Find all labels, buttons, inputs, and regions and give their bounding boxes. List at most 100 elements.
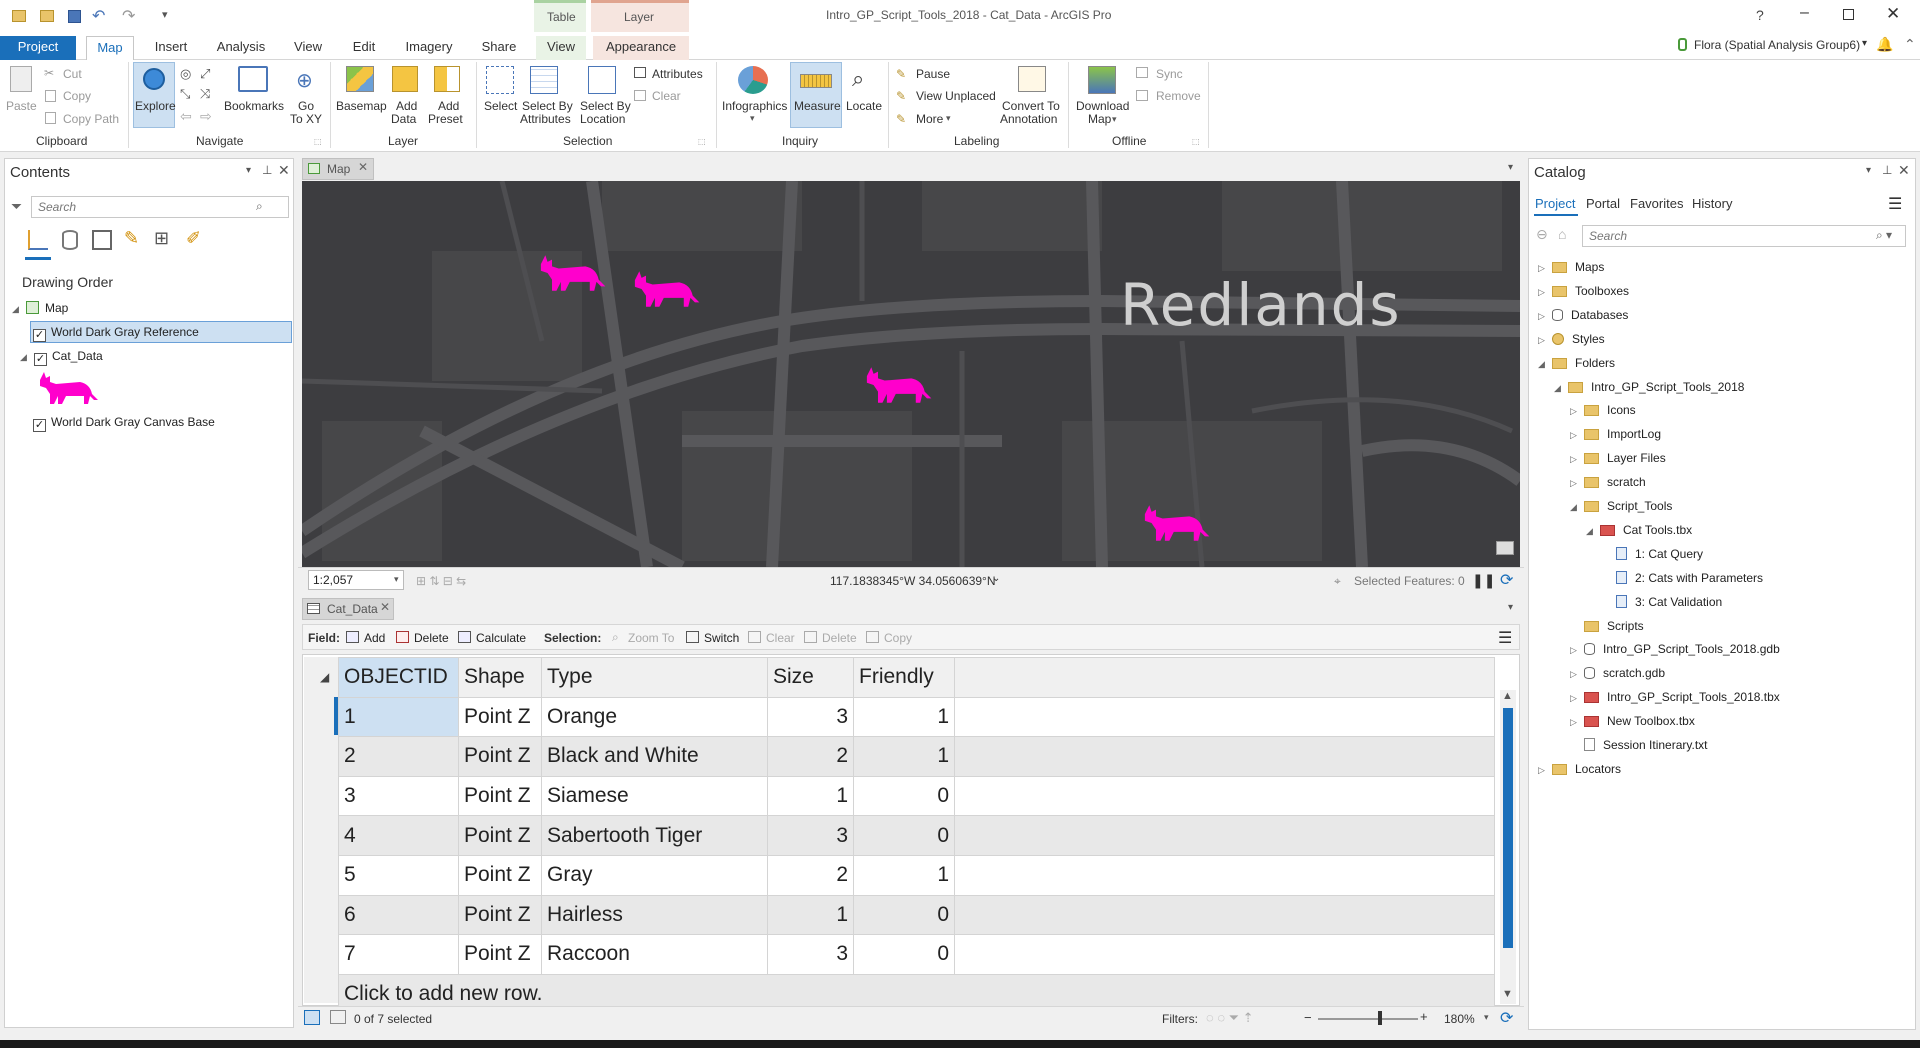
pause-labeling-button[interactable]: Pause — [916, 67, 950, 81]
basemap-button[interactable]: Basemap — [336, 100, 387, 113]
list-by-editing-icon[interactable]: ✎ — [124, 228, 139, 249]
tab-table-view[interactable]: View — [536, 36, 586, 60]
zoom-selected-icon[interactable]: ⤨ — [200, 86, 210, 102]
zoom-in-table-icon[interactable]: + — [1420, 1009, 1428, 1024]
catalog-tab-favorites[interactable]: Favorites — [1630, 196, 1683, 211]
catalog-item[interactable]: ▷ Intro_GP_Script_Tools_2018.gdb — [1570, 639, 1780, 659]
catalog-item[interactable]: Scripts — [1570, 616, 1644, 636]
remove-icon[interactable] — [1136, 90, 1148, 101]
fixed-zoom-out-icon[interactable]: ⤡ — [180, 86, 190, 102]
catalog-item[interactable]: ▷ scratch — [1570, 472, 1646, 492]
scroll-down-icon[interactable]: ▼ — [1502, 988, 1513, 1000]
cat-feature-1[interactable] — [532, 253, 612, 293]
table-row[interactable]: 7 Point Z Raccoon 3 0 — [338, 934, 1495, 975]
download-map-caret-icon[interactable]: ▾ — [1112, 114, 1117, 125]
cat-feature-4[interactable] — [1136, 503, 1216, 543]
infographics-caret-icon[interactable]: ▾ — [750, 113, 755, 124]
scroll-thumb[interactable] — [1503, 708, 1513, 948]
cut-button[interactable]: Cut — [63, 67, 82, 81]
catalog-item[interactable]: Session Itinerary.txt — [1570, 735, 1707, 755]
quick-access-menu-icon[interactable]: ▾ — [162, 8, 168, 21]
paste-icon[interactable] — [10, 66, 32, 92]
expand-triangle-icon[interactable]: ▷ — [1570, 425, 1580, 445]
zoom-out-table-icon[interactable]: − — [1304, 1010, 1312, 1025]
contents-search-input[interactable]: Search — [31, 196, 289, 218]
sync-button[interactable]: Sync — [1156, 67, 1183, 81]
catalog-tab-project[interactable]: Project — [1535, 196, 1575, 211]
cell-objectid[interactable]: 5 — [338, 854, 459, 896]
infographics-icon[interactable] — [738, 66, 768, 94]
column-header-friendly[interactable]: Friendly — [853, 657, 955, 698]
calculate-field-button[interactable]: Calculate — [476, 631, 526, 645]
cell-shape[interactable]: Point Z — [458, 736, 542, 777]
show-selected-records-icon[interactable] — [330, 1010, 346, 1024]
catalog-item[interactable]: 2: Cats with Parameters — [1602, 568, 1763, 588]
catalog-item[interactable]: ▷ scratch.gdb — [1570, 663, 1665, 683]
cell-size[interactable]: 2 — [767, 736, 854, 777]
redo-icon[interactable]: ↷ — [122, 6, 135, 26]
expand-triangle-icon[interactable]: ▷ — [1570, 449, 1580, 469]
expand-triangle-icon[interactable]: ▷ — [1538, 760, 1548, 780]
close-icon[interactable]: ✕ — [1886, 4, 1900, 24]
add-field-button[interactable]: Add — [364, 631, 385, 645]
clipboard-launcher-icon[interactable]: ⬚ — [314, 137, 322, 146]
collapse-triangle-icon[interactable]: ◢ — [20, 347, 30, 367]
cell-type[interactable]: Hairless — [541, 894, 768, 936]
cell-type[interactable]: Sabertooth Tiger — [541, 815, 768, 856]
tab-project[interactable]: Project — [0, 36, 76, 60]
contents-pin-icon[interactable]: ⊥ — [262, 163, 272, 177]
minimize-icon[interactable]: – — [1800, 4, 1809, 22]
cat-feature-3[interactable] — [858, 365, 938, 405]
expand-triangle-icon[interactable]: ▷ — [1538, 282, 1548, 302]
copy-selection-button[interactable]: Copy — [884, 631, 912, 645]
catalog-item[interactable]: ◢ Script_Tools — [1570, 496, 1672, 516]
tab-insert[interactable]: Insert — [144, 36, 198, 60]
column-header-size[interactable]: Size — [767, 657, 854, 698]
catalog-item[interactable]: ◢ Intro_GP_Script_Tools_2018 — [1554, 377, 1744, 397]
sync-icon[interactable] — [1136, 67, 1148, 78]
more-labeling-icon[interactable]: ✎ — [896, 112, 906, 126]
filter-icons[interactable]: ◌ ◌ ⏷ ⇡ — [1206, 1010, 1254, 1026]
catalog-item[interactable]: ▷ Locators — [1538, 759, 1621, 779]
list-by-labeling-icon[interactable]: ✐ — [186, 228, 201, 249]
cut-icon[interactable]: ✂ — [44, 66, 54, 80]
select-by-attributes-label-2[interactable]: Attributes — [520, 113, 571, 126]
tab-appearance[interactable]: Appearance — [593, 36, 689, 60]
show-all-records-icon[interactable] — [304, 1010, 320, 1025]
expand-triangle-icon[interactable]: ▷ — [1570, 712, 1580, 732]
refresh-map-icon[interactable]: ⟳ — [1500, 570, 1513, 590]
undo-icon[interactable]: ↶ — [92, 6, 105, 26]
view-options-icon[interactable]: ▾ — [1508, 162, 1513, 173]
scale-selector[interactable]: 1:2,057 — [308, 570, 404, 590]
select-button[interactable]: Select — [484, 100, 517, 113]
catalog-pin-icon[interactable]: ⊥ — [1882, 163, 1892, 177]
delete-selection-button[interactable]: Delete — [822, 631, 857, 645]
paste-button[interactable]: Paste — [6, 100, 37, 113]
layer-cat-data[interactable]: ◢ ✓ Cat_Data — [20, 346, 103, 366]
map-canvas[interactable]: Redlands — [302, 181, 1520, 567]
expand-triangle-icon[interactable]: ▷ — [1570, 688, 1580, 708]
catalog-home-icon[interactable]: ⌂ — [1558, 226, 1566, 242]
zoom-to-button[interactable]: Zoom To — [628, 631, 674, 645]
cell-type[interactable]: Raccoon — [541, 934, 768, 975]
cell-size[interactable]: 1 — [767, 775, 854, 817]
locate-icon[interactable]: ⌕ — [852, 66, 864, 92]
collapse-triangle-icon[interactable]: ◢ — [1586, 521, 1596, 541]
select-by-location-label-2[interactable]: Location — [580, 113, 625, 126]
cell-shape[interactable]: Point Z — [458, 775, 542, 817]
catalog-item[interactable]: ▷ Maps — [1538, 257, 1604, 277]
collapse-triangle-icon[interactable]: ◢ — [1554, 378, 1564, 398]
delete-field-button[interactable]: Delete — [414, 631, 449, 645]
table-row[interactable]: 1 Point Z Orange 3 1 — [338, 696, 1495, 738]
cell-shape[interactable]: Point Z — [458, 696, 542, 738]
catalog-item[interactable]: ▷ Layer Files — [1570, 448, 1666, 468]
copy-button[interactable]: Copy — [63, 89, 91, 103]
expand-triangle-icon[interactable]: ▷ — [1570, 401, 1580, 421]
open-project-icon[interactable] — [40, 10, 54, 22]
cell-objectid[interactable]: 1 — [338, 696, 459, 738]
catalog-search-icon[interactable]: ⌕ ▾ — [1876, 228, 1892, 243]
cell-size[interactable]: 3 — [767, 934, 854, 975]
clear-selection-table-button[interactable]: Clear — [766, 631, 795, 645]
catalog-item[interactable]: ◢ Folders — [1538, 353, 1615, 373]
expand-triangle-icon[interactable]: ▷ — [1538, 306, 1548, 326]
